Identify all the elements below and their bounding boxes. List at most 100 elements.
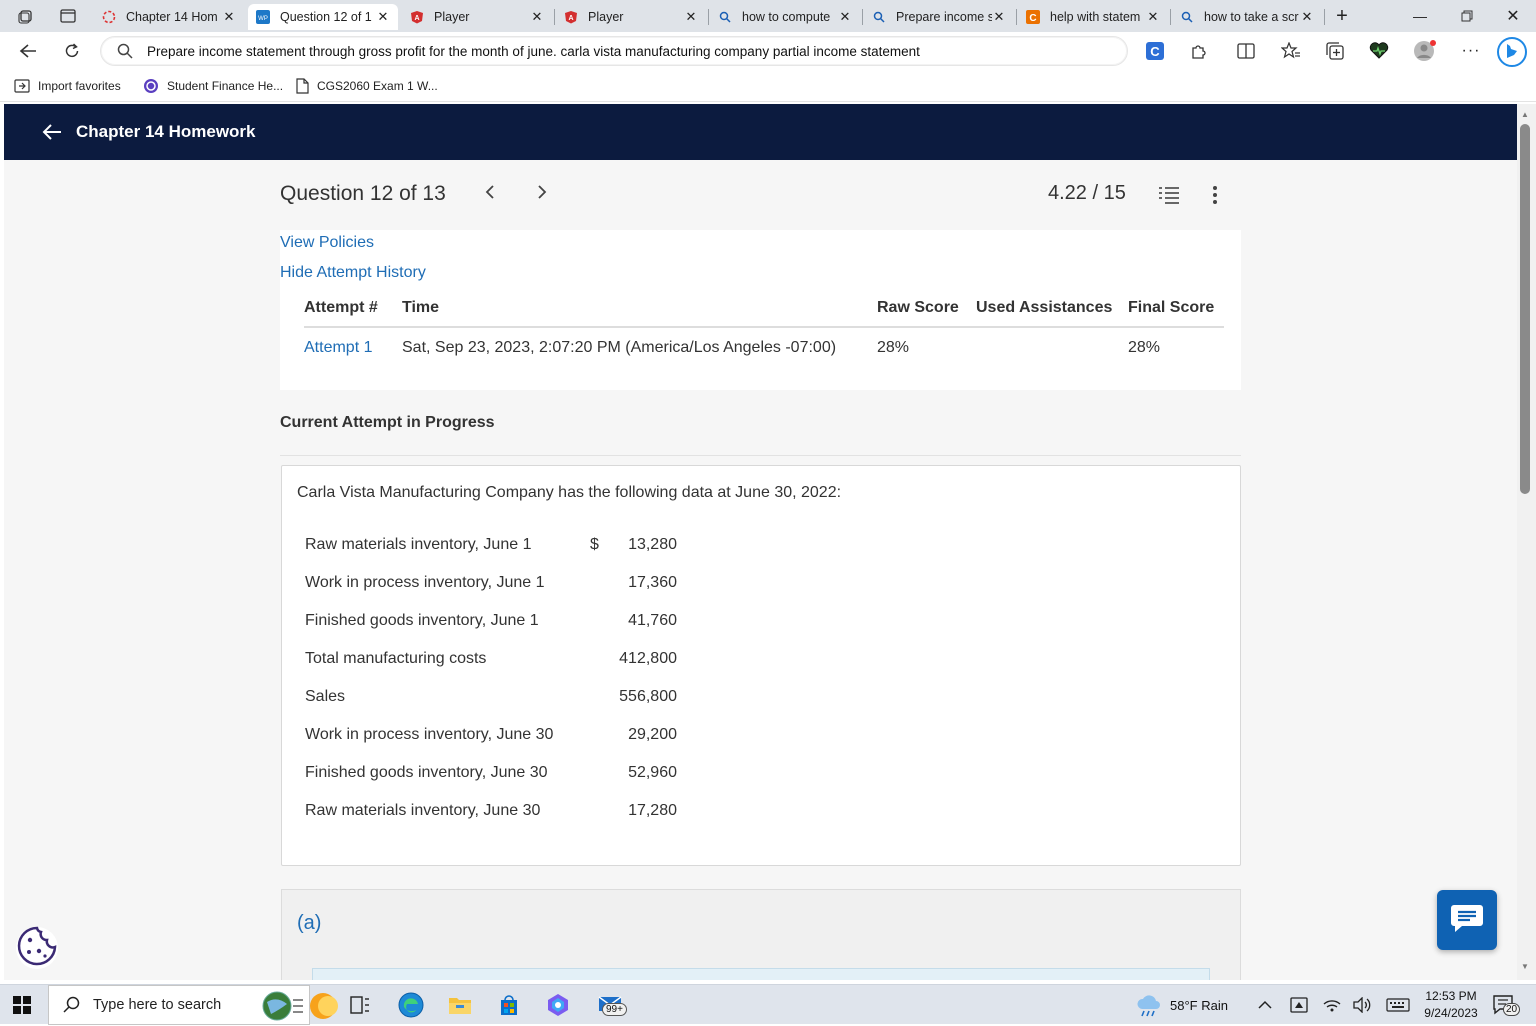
data-value: 17,360 bbox=[628, 574, 677, 591]
tab-how-to-take-screenshot[interactable]: how to take a scr ✕ bbox=[1172, 4, 1322, 30]
tab-actions-icon[interactable] bbox=[55, 5, 81, 27]
next-question-icon[interactable] bbox=[536, 184, 548, 205]
svg-text:WP: WP bbox=[258, 16, 268, 22]
view-policies-link[interactable]: View Policies bbox=[280, 234, 374, 252]
tab-how-to-compute[interactable]: how to compute ✕ bbox=[710, 4, 860, 30]
tab-separator bbox=[708, 9, 709, 25]
favorite-label: Import favorites bbox=[38, 79, 121, 93]
data-value: 556,800 bbox=[619, 688, 677, 705]
close-tab-icon[interactable]: ✕ bbox=[838, 9, 852, 25]
question-list-icon[interactable] bbox=[1158, 186, 1180, 204]
tab-question-12[interactable]: WP Question 12 of 1 ✕ bbox=[248, 4, 398, 30]
chat-button[interactable] bbox=[1437, 890, 1497, 950]
data-row: Finished goods inventory, June 1 41,760 bbox=[305, 612, 685, 634]
question-data-box: Carla Vista Manufacturing Company has th… bbox=[281, 465, 1241, 866]
favorite-cgs2060[interactable]: CGS2060 Exam 1 W... bbox=[296, 77, 438, 95]
edge-browser-icon[interactable] bbox=[396, 991, 426, 1019]
copilot-app-icon[interactable] bbox=[543, 991, 573, 1019]
close-tab-icon[interactable]: ✕ bbox=[376, 9, 390, 25]
task-view-icon[interactable] bbox=[345, 991, 375, 1019]
workspaces-icon[interactable] bbox=[13, 5, 39, 27]
close-tab-icon[interactable]: ✕ bbox=[1146, 9, 1160, 25]
page-title[interactable]: Chapter 14 Homework bbox=[76, 122, 256, 142]
keyboard-icon[interactable] bbox=[1386, 985, 1410, 1025]
tab-separator bbox=[1324, 9, 1325, 25]
system-clock[interactable]: 12:53 PM 9/24/2023 bbox=[1418, 988, 1484, 1022]
volume-icon[interactable] bbox=[1353, 985, 1371, 1025]
minimize-icon[interactable]: — bbox=[1405, 6, 1435, 26]
meet-now-icon[interactable] bbox=[1290, 985, 1308, 1025]
show-hidden-icons-icon[interactable] bbox=[1258, 985, 1272, 1025]
close-tab-icon[interactable]: ✕ bbox=[222, 9, 236, 25]
collections-icon[interactable] bbox=[1323, 40, 1347, 62]
hide-attempt-history-link[interactable]: Hide Attempt History bbox=[280, 264, 426, 282]
wifi-icon[interactable] bbox=[1323, 985, 1341, 1025]
extension-c-icon[interactable]: C bbox=[1143, 40, 1167, 62]
previous-question-icon[interactable] bbox=[484, 184, 496, 205]
data-value: 29,200 bbox=[628, 726, 677, 743]
search-icon bbox=[718, 10, 732, 24]
attempt-link[interactable]: Attempt 1 bbox=[304, 327, 402, 368]
close-window-icon[interactable]: ✕ bbox=[1498, 6, 1528, 26]
back-arrow-icon[interactable] bbox=[42, 123, 62, 141]
data-row: Raw materials inventory, June 30 17,280 bbox=[305, 802, 685, 824]
favorites-star-icon[interactable] bbox=[1279, 40, 1303, 62]
profile-avatar-icon[interactable] bbox=[1413, 40, 1437, 62]
taskbar-search-input[interactable]: Type here to search bbox=[48, 985, 338, 1025]
svg-text:C: C bbox=[1029, 13, 1036, 24]
tab-title: Question 12 of 1 bbox=[280, 10, 372, 24]
favorite-student-finance[interactable]: Student Finance He... bbox=[143, 77, 283, 95]
clock-date: 9/24/2023 bbox=[1424, 1006, 1478, 1020]
address-bar[interactable]: Prepare income statement through gross p… bbox=[100, 36, 1128, 66]
scroll-down-icon[interactable]: ▼ bbox=[1521, 962, 1529, 971]
scroll-up-icon[interactable]: ▲ bbox=[1521, 110, 1529, 119]
tab-player-2[interactable]: A Player ✕ bbox=[556, 4, 706, 30]
new-tab-icon[interactable]: + bbox=[1327, 5, 1357, 27]
close-tab-icon[interactable]: ✕ bbox=[1300, 9, 1314, 25]
back-arrow-icon[interactable] bbox=[14, 38, 42, 64]
kebab-menu-icon[interactable] bbox=[1212, 186, 1218, 204]
player-icon: A bbox=[564, 10, 578, 24]
data-row: Sales 556,800 bbox=[305, 688, 685, 710]
extensions-puzzle-icon[interactable] bbox=[1187, 40, 1211, 62]
tab-player-1[interactable]: A Player ✕ bbox=[402, 4, 552, 30]
windows-start-icon[interactable] bbox=[12, 995, 32, 1015]
more-options-icon[interactable]: ··· bbox=[1459, 40, 1483, 62]
close-tab-icon[interactable]: ✕ bbox=[684, 9, 698, 25]
data-label: Total manufacturing costs bbox=[305, 650, 487, 667]
favorite-label: CGS2060 Exam 1 W... bbox=[317, 79, 438, 93]
bing-copilot-icon[interactable] bbox=[1496, 36, 1528, 68]
tab-help-with-statement[interactable]: C help with statem ✕ bbox=[1018, 4, 1168, 30]
svg-text:A: A bbox=[414, 15, 419, 22]
refresh-icon[interactable] bbox=[58, 38, 86, 64]
close-tab-icon[interactable]: ✕ bbox=[992, 9, 1006, 25]
search-icon bbox=[117, 43, 133, 59]
chat-icon bbox=[1450, 903, 1484, 938]
browser-essentials-icon[interactable] bbox=[1367, 40, 1391, 62]
rain-cloud-icon bbox=[1136, 993, 1162, 1017]
data-value: 412,800 bbox=[619, 650, 677, 667]
search-icon bbox=[63, 996, 81, 1014]
tab-strip: Chapter 14 Hom ✕ WP Question 12 of 1 ✕ A… bbox=[0, 0, 1536, 32]
cookie-settings-button[interactable] bbox=[16, 926, 58, 971]
mail-icon[interactable]: 99+ bbox=[592, 991, 632, 1019]
tab-chapter-14[interactable]: Chapter 14 Hom ✕ bbox=[94, 4, 244, 30]
weather-widget[interactable]: 58°F Rain bbox=[1136, 985, 1228, 1025]
restore-icon[interactable] bbox=[1452, 6, 1482, 26]
page-scrollbar[interactable]: ▲ ▼ bbox=[1517, 104, 1536, 980]
microsoft-store-icon[interactable] bbox=[494, 991, 524, 1019]
data-value: 17,280 bbox=[628, 802, 677, 819]
import-icon bbox=[14, 79, 30, 93]
score-display: 4.22 / 15 bbox=[1048, 182, 1126, 204]
close-tab-icon[interactable]: ✕ bbox=[530, 9, 544, 25]
part-a-section: (a) bbox=[281, 889, 1241, 980]
search-highlight-icon bbox=[259, 990, 339, 1026]
file-explorer-icon[interactable] bbox=[445, 991, 475, 1019]
split-screen-icon[interactable] bbox=[1234, 40, 1258, 62]
cookie-icon bbox=[17, 926, 57, 971]
tab-prepare-income[interactable]: Prepare income s ✕ bbox=[864, 4, 1014, 30]
notification-center[interactable]: 20 bbox=[1492, 985, 1521, 1025]
favorite-import[interactable]: Import favorites bbox=[14, 77, 121, 95]
scrollbar-thumb[interactable] bbox=[1520, 124, 1530, 494]
address-row: Prepare income statement through gross p… bbox=[0, 32, 1536, 70]
